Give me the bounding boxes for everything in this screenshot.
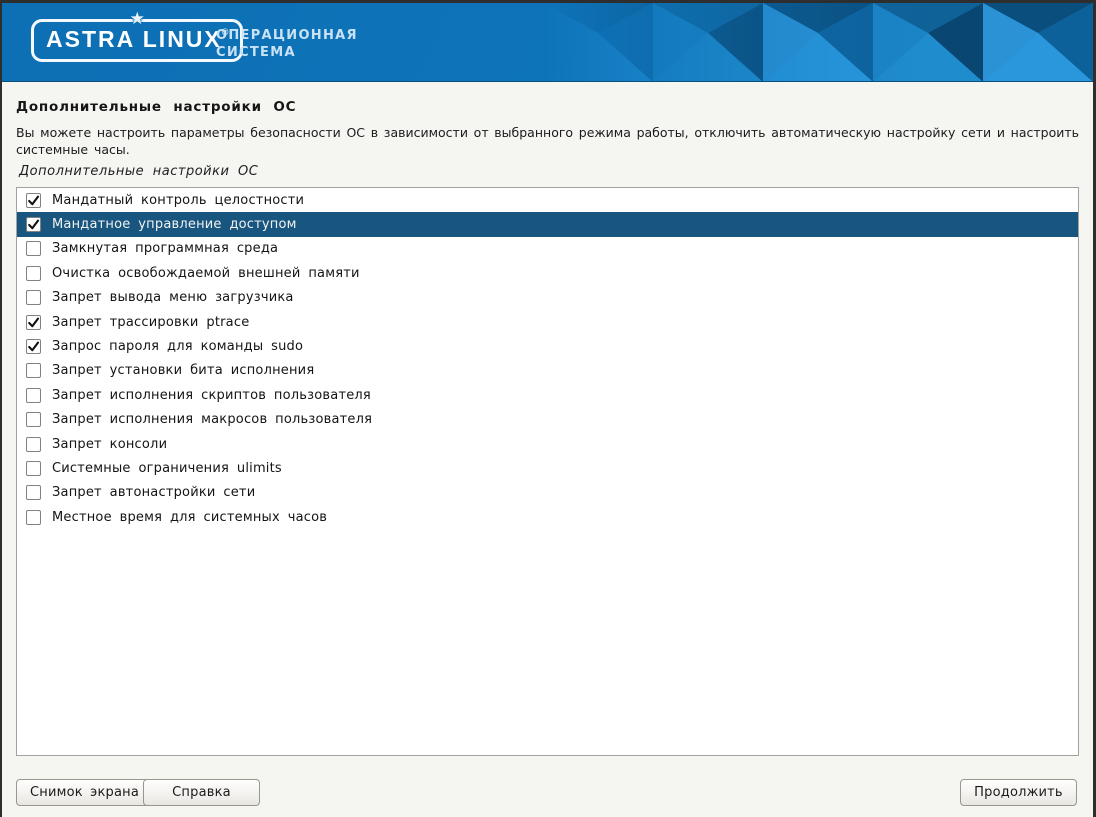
option-row[interactable]: Очистка освобождаемой внешней памяти xyxy=(17,261,1078,285)
help-button[interactable]: Справка xyxy=(143,779,260,806)
option-label: Запрет исполнения макросов пользователя xyxy=(52,412,372,427)
option-row[interactable]: Мандатное управление доступом xyxy=(17,212,1078,236)
screenshot-button[interactable]: Снимок экрана xyxy=(16,779,153,806)
context-label: Дополнительные настройки ОС xyxy=(19,164,1079,179)
option-label: Запрет консоли xyxy=(52,437,167,452)
checkbox-icon[interactable] xyxy=(26,315,41,330)
option-label: Запрет вывода меню загрузчика xyxy=(52,290,294,305)
option-row[interactable]: Запрет вывода меню загрузчика xyxy=(17,286,1078,310)
header-pattern xyxy=(543,3,1093,82)
page-description: Вы можете настроить параметры безопаснос… xyxy=(16,124,1079,158)
checkmark-icon xyxy=(27,340,40,353)
option-label: Местное время для системных часов xyxy=(52,510,327,525)
checkbox-icon[interactable] xyxy=(26,363,41,378)
checkbox-icon[interactable] xyxy=(26,339,41,354)
option-row[interactable]: Запрет автонастройки сети xyxy=(17,481,1078,505)
checkbox-icon[interactable] xyxy=(26,193,41,208)
option-label: Запрет трассировки ptrace xyxy=(52,315,249,330)
checkmark-icon xyxy=(27,218,40,231)
option-row[interactable]: Системные ограничения ulimits xyxy=(17,456,1078,480)
brand-line-1: ОПЕРАЦИОННАЯ xyxy=(216,27,358,44)
checkbox-icon[interactable] xyxy=(26,217,41,232)
checkbox-icon[interactable] xyxy=(26,437,41,452)
checkbox-icon[interactable] xyxy=(26,388,41,403)
checkbox-icon[interactable] xyxy=(26,241,41,256)
options-listbox: Мандатный контроль целостности Мандатное… xyxy=(16,187,1079,756)
installer-header: ★ ASTRA LINUX® ОПЕРАЦИОННАЯ СИСТЕМА xyxy=(2,3,1093,82)
option-label: Очистка освобождаемой внешней памяти xyxy=(52,266,360,281)
option-row[interactable]: Местное время для системных часов xyxy=(17,505,1078,529)
checkbox-icon[interactable] xyxy=(26,461,41,476)
checkmark-icon xyxy=(27,316,40,329)
description-line: Вы можете настроить параметры безопаснос… xyxy=(16,124,1079,141)
window-frame: ★ ASTRA LINUX® ОПЕРАЦИОННАЯ СИСТЕМА Допо… xyxy=(0,0,1096,817)
option-label: Замкнутая программная среда xyxy=(52,241,278,256)
option-row[interactable]: Мандатный контроль целостности xyxy=(17,188,1078,212)
option-row[interactable]: Запрет консоли xyxy=(17,432,1078,456)
option-label: Запрет установки бита исполнения xyxy=(52,363,314,378)
checkbox-icon[interactable] xyxy=(26,510,41,525)
option-label: Запрет исполнения скриптов пользователя xyxy=(52,388,371,403)
option-label: Запрет автонастройки сети xyxy=(52,485,255,500)
brand-text: ОПЕРАЦИОННАЯ СИСТЕМА xyxy=(216,27,358,61)
option-row[interactable]: Замкнутая программная среда xyxy=(17,237,1078,261)
continue-button[interactable]: Продолжить xyxy=(960,779,1077,806)
option-row[interactable]: Запрос пароля для команды sudo xyxy=(17,334,1078,358)
checkmark-icon xyxy=(27,194,40,207)
checkbox-icon[interactable] xyxy=(26,485,41,500)
option-label: Мандатный контроль целостности xyxy=(52,193,304,208)
checkbox-icon[interactable] xyxy=(26,412,41,427)
brand-line-2: СИСТЕМА xyxy=(216,44,358,61)
checkbox-icon[interactable] xyxy=(26,266,41,281)
option-row[interactable]: Запрет исполнения макросов пользователя xyxy=(17,408,1078,432)
option-label: Мандатное управление доступом xyxy=(52,217,297,232)
page-title: Дополнительные настройки ОС xyxy=(16,99,1079,115)
option-label: Запрос пароля для команды sudo xyxy=(52,339,303,354)
astra-linux-logo: ★ ASTRA LINUX® xyxy=(31,19,243,62)
star-icon: ★ xyxy=(130,9,145,29)
option-row[interactable]: Запрет исполнения скриптов пользователя xyxy=(17,383,1078,407)
logo-text: ASTRA LINUX® xyxy=(46,26,228,52)
description-line: системные часы. xyxy=(16,141,1079,158)
option-row[interactable]: Запрет установки бита исполнения xyxy=(17,359,1078,383)
option-row[interactable]: Запрет трассировки ptrace xyxy=(17,310,1078,334)
option-label: Системные ограничения ulimits xyxy=(52,461,282,476)
checkbox-icon[interactable] xyxy=(26,290,41,305)
